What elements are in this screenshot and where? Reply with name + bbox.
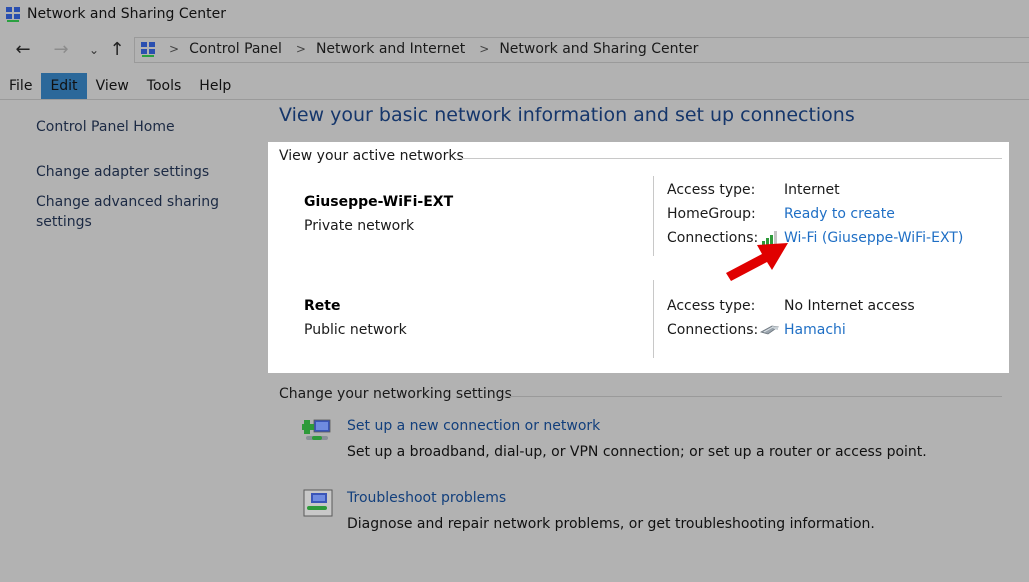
forward-button[interactable]: →: [51, 38, 71, 62]
network-type-link[interactable]: Private network: [304, 218, 414, 234]
sidebar-change-adapter-settings[interactable]: Change adapter settings: [36, 162, 236, 182]
troubleshoot-icon: [303, 489, 333, 517]
breadcrumb-separator: >: [295, 42, 306, 56]
back-arrow-icon: ←: [15, 39, 31, 60]
up-arrow-icon: ↑: [109, 39, 125, 60]
menu-help[interactable]: Help: [190, 73, 240, 99]
ethernet-adapter-icon: [759, 323, 780, 337]
access-type-value: No Internet access: [784, 298, 915, 314]
network-type-link[interactable]: Public network: [304, 322, 407, 338]
settings-section-title: Change your networking settings: [279, 386, 512, 402]
group-divider: [456, 158, 1002, 159]
menu-file[interactable]: File: [0, 73, 41, 99]
chevron-down-icon: ⌄: [88, 43, 100, 57]
network-name: Giuseppe-WiFi-EXT: [304, 194, 454, 210]
page-heading: View your basic network information and …: [279, 104, 855, 126]
hamachi-connection-link[interactable]: Hamachi: [784, 322, 846, 338]
address-bar[interactable]: > Control Panel > Network and Internet >…: [134, 37, 1029, 63]
sidebar-control-panel-home[interactable]: Control Panel Home: [36, 117, 236, 137]
setup-connection-description: Set up a broadband, dial-up, or VPN conn…: [347, 444, 927, 460]
breadcrumb-network-and-internet[interactable]: Network and Internet: [316, 41, 465, 57]
access-type-label: Access type:: [667, 298, 756, 314]
up-button[interactable]: ↑: [107, 38, 127, 62]
red-arrow-annotation-icon: [722, 237, 794, 285]
back-button[interactable]: ←: [13, 38, 33, 62]
troubleshoot-description: Diagnose and repair network problems, or…: [347, 516, 875, 532]
column-divider: [653, 280, 654, 358]
network-name: Rete: [304, 298, 341, 314]
access-type-label: Access type:: [667, 182, 756, 198]
homegroup-label: HomeGroup:: [667, 206, 756, 222]
connections-label: Connections:: [667, 322, 759, 338]
homegroup-link[interactable]: Ready to create: [784, 206, 895, 222]
sidebar-change-advanced-sharing[interactable]: Change advanced sharing settings: [36, 192, 226, 232]
new-connection-icon: [300, 414, 334, 446]
troubleshoot-link[interactable]: Troubleshoot problems: [347, 490, 506, 506]
breadcrumb-network-sharing-center[interactable]: Network and Sharing Center: [499, 41, 698, 57]
window-title: Network and Sharing Center: [27, 6, 227, 22]
menu-view[interactable]: View: [87, 73, 138, 99]
breadcrumb-separator: >: [169, 42, 180, 56]
forward-arrow-icon: →: [53, 39, 69, 60]
group-divider: [503, 396, 1002, 397]
breadcrumb: > Control Panel > Network and Internet >…: [165, 41, 698, 57]
network-center-icon: [4, 6, 22, 24]
menu-tools[interactable]: Tools: [138, 73, 191, 99]
breadcrumb-separator: >: [479, 42, 490, 56]
title-bar: Network and Sharing Center: [0, 0, 1029, 30]
wifi-connection-link[interactable]: Wi-Fi (Giuseppe-WiFi-EXT): [784, 230, 963, 246]
column-divider: [653, 176, 654, 256]
active-networks-panel: View your active networks Giuseppe-WiFi-…: [268, 142, 1009, 373]
menu-edit[interactable]: Edit: [41, 73, 87, 99]
access-type-value: Internet: [784, 182, 840, 198]
recent-locations-button[interactable]: ⌄: [84, 38, 104, 62]
setup-connection-link[interactable]: Set up a new connection or network: [347, 418, 600, 434]
menu-bar: File Edit View Tools Help: [0, 73, 1029, 100]
active-networks-title: View your active networks: [279, 148, 464, 164]
control-panel-icon: [139, 41, 157, 59]
breadcrumb-control-panel[interactable]: Control Panel: [189, 41, 282, 57]
